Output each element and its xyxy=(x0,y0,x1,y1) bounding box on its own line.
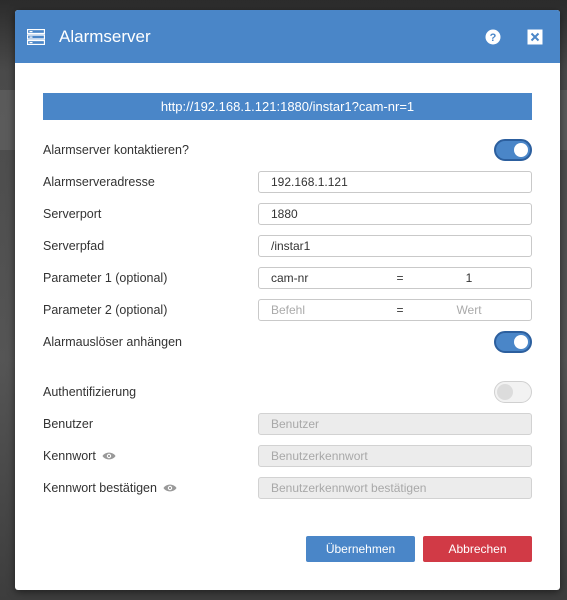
apply-button[interactable]: Übernehmen xyxy=(306,536,415,562)
password-confirm-input[interactable]: Benutzerkennwort bestätigen xyxy=(258,477,532,499)
eye-icon[interactable] xyxy=(102,451,116,461)
row-attach: Alarmauslöser anhängen xyxy=(43,326,532,358)
row-user: Benutzer Benutzer xyxy=(43,408,532,440)
path-input[interactable]: /instar1 xyxy=(258,235,532,257)
row-auth: Authentifizierung xyxy=(43,376,532,408)
param2-value-placeholder: Wert xyxy=(456,303,482,317)
path-label: Serverpfad xyxy=(43,239,105,253)
row-path: Serverpfad /instar1 xyxy=(43,230,532,262)
user-input[interactable]: Benutzer xyxy=(258,413,532,435)
param2-label: Parameter 2 (optional) xyxy=(43,303,168,317)
param1-input[interactable]: cam-nr = 1 xyxy=(258,267,532,289)
param1-equals: = xyxy=(396,271,404,285)
user-label: Benutzer xyxy=(43,417,94,431)
dialog-footer: Übernehmen Abbrechen xyxy=(15,536,560,562)
form-spacer xyxy=(43,358,532,376)
attach-toggle[interactable] xyxy=(494,331,532,353)
password-confirm-label-wrap: Kennwort bestätigen xyxy=(43,481,177,495)
address-label: Alarmserveradresse xyxy=(43,175,155,189)
param1-value: 1 xyxy=(465,271,473,285)
address-input[interactable]: 192.168.1.121 xyxy=(258,171,532,193)
param1-key: cam-nr xyxy=(271,271,309,285)
dialog-title: Alarmserver xyxy=(59,26,151,46)
settings-form: Alarmserver kontaktieren? Alarmserveradr… xyxy=(15,134,560,504)
row-param1: Parameter 1 (optional) cam-nr = 1 xyxy=(43,262,532,294)
port-label: Serverport xyxy=(43,207,102,221)
close-icon[interactable] xyxy=(526,28,544,46)
help-icon[interactable]: ? xyxy=(484,28,502,46)
password-input[interactable]: Benutzerkennwort xyxy=(258,445,532,467)
auth-toggle[interactable] xyxy=(494,381,532,403)
row-contact: Alarmserver kontaktieren? xyxy=(43,134,532,166)
row-password-confirm: Kennwort bestätigen Benutzerkennwort bes… xyxy=(43,472,532,504)
param2-equals: = xyxy=(396,303,404,317)
row-port: Serverport 1880 xyxy=(43,198,532,230)
row-param2: Parameter 2 (optional) Befehl = Wert xyxy=(43,294,532,326)
attach-label: Alarmauslöser anhängen xyxy=(43,335,182,349)
contact-label: Alarmserver kontaktieren? xyxy=(43,143,189,157)
auth-label: Authentifizierung xyxy=(43,385,137,399)
port-input[interactable]: 1880 xyxy=(258,203,532,225)
password-label-wrap: Kennwort xyxy=(43,449,116,463)
cancel-button[interactable]: Abbrechen xyxy=(423,536,532,562)
param2-input[interactable]: Befehl = Wert xyxy=(258,299,532,321)
row-address: Alarmserveradresse 192.168.1.121 xyxy=(43,166,532,198)
eye-icon[interactable] xyxy=(163,483,177,493)
svg-text:?: ? xyxy=(490,32,497,44)
server-icon xyxy=(26,28,46,45)
dialog-titlebar: Alarmserver ? xyxy=(15,10,560,63)
row-password: Kennwort Benutzerkennwort xyxy=(43,440,532,472)
password-confirm-label: Kennwort bestätigen xyxy=(43,481,157,495)
param2-key-placeholder: Befehl xyxy=(271,303,306,317)
param1-label: Parameter 1 (optional) xyxy=(43,271,168,285)
alarmserver-dialog: Alarmserver ? http://192.168.1.121:1880/… xyxy=(15,10,560,590)
url-preview: http://192.168.1.121:1880/instar1?cam-nr… xyxy=(43,93,532,120)
password-label: Kennwort xyxy=(43,449,96,463)
contact-toggle[interactable] xyxy=(494,139,532,161)
